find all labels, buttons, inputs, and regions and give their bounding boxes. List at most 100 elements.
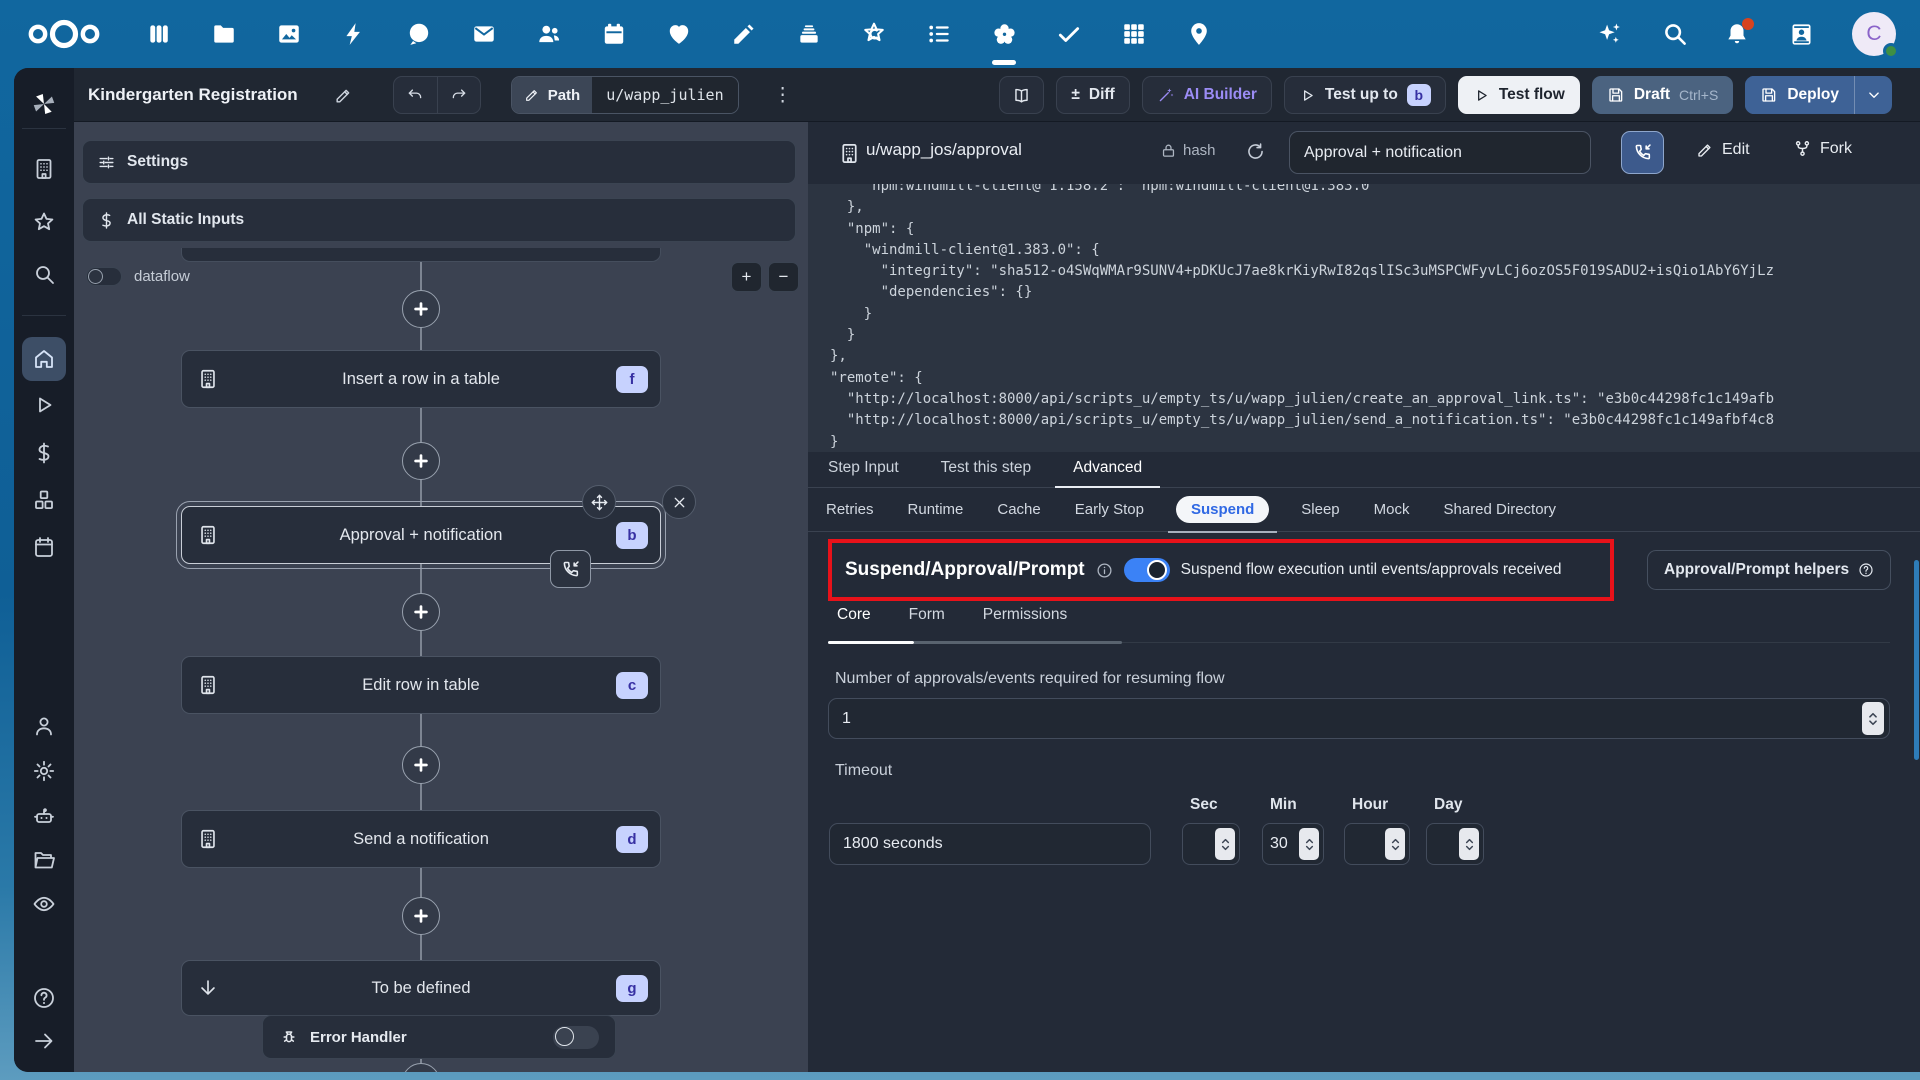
path-widget[interactable]: Path u/wapp_julien	[510, 76, 739, 114]
suspend-toggle[interactable]	[1123, 558, 1170, 582]
deploy-button[interactable]: Deploy	[1745, 76, 1854, 114]
dataflow-toggle[interactable]	[86, 266, 122, 286]
sec-input[interactable]	[1183, 824, 1215, 864]
subtab-mock[interactable]: Mock	[1372, 496, 1412, 523]
zoom-out-button[interactable]: −	[768, 262, 799, 292]
number-stepper[interactable]	[1459, 828, 1479, 860]
ai-builder-button[interactable]: AI Builder	[1141, 76, 1272, 114]
activity-icon[interactable]	[340, 0, 368, 68]
windmill-forms-icon[interactable]	[990, 0, 1018, 68]
sidebar-item-variables[interactable]	[24, 433, 64, 473]
sidebar-item-help[interactable]	[24, 978, 64, 1018]
undo-button[interactable]	[394, 77, 437, 113]
day-input[interactable]	[1427, 824, 1459, 864]
insert-step-button[interactable]	[402, 593, 440, 631]
lockfile-code-viewer[interactable]: "npm:windmill-client@^1.158.2": "npm:win…	[808, 184, 1920, 452]
dashboard-icon[interactable]	[145, 0, 173, 68]
redo-button[interactable]	[436, 77, 480, 113]
maps-icon[interactable]	[1185, 0, 1213, 68]
number-stepper[interactable]	[1385, 828, 1405, 860]
sidebar-item-favorites[interactable]	[24, 202, 64, 242]
error-handler-bar[interactable]: Error Handler	[262, 1015, 616, 1059]
flow-node-send-notification[interactable]: Send a notification d	[181, 810, 661, 868]
number-stepper[interactable]	[1299, 828, 1319, 860]
subtab-cache[interactable]: Cache	[995, 496, 1042, 523]
move-node-icon[interactable]	[582, 485, 616, 519]
test-up-to-button[interactable]: Test up to b	[1283, 76, 1446, 114]
insert-step-button[interactable]	[402, 746, 440, 784]
zoom-in-button[interactable]: +	[731, 262, 762, 292]
tab-advanced[interactable]: Advanced	[1055, 459, 1161, 488]
sidebar-item-home[interactable]	[22, 337, 66, 381]
refresh-icon[interactable]	[1245, 141, 1266, 162]
notes-icon[interactable]	[730, 0, 758, 68]
sidebar-item-settings[interactable]	[24, 751, 64, 791]
step-summary-input[interactable]	[1289, 131, 1591, 174]
sidebar-item-folders[interactable]	[24, 840, 64, 880]
tasks-icon[interactable]	[925, 0, 953, 68]
collectives-icon[interactable]	[860, 0, 888, 68]
subtab-runtime[interactable]: Runtime	[906, 496, 966, 523]
subtab-retries[interactable]: Retries	[824, 496, 876, 523]
insert-step-button[interactable]	[402, 442, 440, 480]
hash-chip[interactable]: hash	[1160, 142, 1216, 159]
calendar-icon[interactable]	[600, 0, 628, 68]
tab-core[interactable]: Core	[837, 606, 871, 642]
sidebar-expand-icon[interactable]	[24, 1021, 64, 1061]
hour-input[interactable]	[1345, 824, 1377, 864]
health-icon[interactable]	[665, 0, 693, 68]
sidebar-item-runs[interactable]	[24, 385, 64, 425]
info-icon[interactable]	[1096, 562, 1113, 579]
subtab-shared-directory[interactable]: Shared Directory	[1442, 496, 1559, 523]
flow-node-to-be-defined[interactable]: To be defined g	[181, 960, 661, 1016]
docs-book-button[interactable]	[999, 76, 1045, 114]
checks-icon[interactable]	[1055, 0, 1083, 68]
windmill-logo-icon[interactable]	[24, 84, 64, 124]
contacts-menu-icon[interactable]	[1788, 20, 1816, 48]
sidebar-item-search[interactable]	[24, 254, 64, 294]
diff-button[interactable]: ± Diff	[1056, 76, 1130, 114]
mail-icon[interactable]	[470, 0, 498, 68]
tab-form[interactable]: Form	[909, 606, 945, 642]
subtab-suspend[interactable]: Suspend	[1167, 496, 1278, 533]
insert-step-button[interactable]	[402, 290, 440, 328]
avatar[interactable]: C	[1852, 12, 1899, 59]
flow-settings-bar[interactable]: Settings	[82, 140, 796, 184]
tables-icon[interactable]	[1120, 0, 1148, 68]
flow-node-insert-row[interactable]: Insert a row in a table f	[181, 350, 661, 408]
more-options-icon[interactable]: ⋮	[769, 77, 797, 113]
edit-script-button[interactable]: Edit	[1696, 141, 1750, 159]
suspend-flag-button[interactable]	[1621, 131, 1664, 174]
subtab-sleep[interactable]: Sleep	[1299, 496, 1341, 523]
approvals-count-input[interactable]	[828, 698, 1890, 739]
nextcloud-logo-icon[interactable]	[22, 18, 106, 55]
flow-static-inputs-bar[interactable]: All Static Inputs	[82, 198, 796, 242]
sidebar-item-audit-logs[interactable]	[24, 884, 64, 924]
min-input[interactable]	[1263, 824, 1295, 864]
subtab-early-stop[interactable]: Early Stop	[1073, 496, 1146, 523]
insert-step-button[interactable]	[402, 897, 440, 935]
delete-node-icon[interactable]	[662, 485, 696, 519]
talk-icon[interactable]	[405, 0, 433, 68]
timeout-input[interactable]	[829, 823, 1151, 865]
tab-permissions[interactable]: Permissions	[983, 606, 1067, 642]
sidebar-item-users[interactable]	[24, 706, 64, 746]
contacts-icon[interactable]	[535, 0, 563, 68]
flow-node-edit-row[interactable]: Edit row in table c	[181, 656, 661, 714]
files-icon[interactable]	[210, 0, 238, 68]
sidebar-item-apps[interactable]	[24, 149, 64, 189]
edit-title-icon[interactable]	[334, 86, 353, 105]
notifications-bell-icon[interactable]	[1724, 18, 1754, 48]
sidebar-item-workers[interactable]	[24, 796, 64, 836]
insert-step-button[interactable]	[402, 1063, 440, 1072]
test-flow-button[interactable]: Test flow	[1457, 76, 1580, 114]
photos-icon[interactable]	[275, 0, 303, 68]
tab-test-this-step[interactable]: Test this step	[941, 459, 1031, 487]
assistant-sparkles-icon[interactable]	[1596, 20, 1624, 48]
sidebar-item-resources[interactable]	[24, 480, 64, 520]
deck-icon[interactable]	[795, 0, 823, 68]
error-handler-toggle[interactable]	[553, 1025, 599, 1049]
flow-input-node-clipped[interactable]	[181, 248, 661, 262]
approval-prompt-helpers-button[interactable]: Approval/Prompt helpers	[1647, 550, 1892, 590]
scrollbar-thumb[interactable]	[1914, 560, 1919, 760]
